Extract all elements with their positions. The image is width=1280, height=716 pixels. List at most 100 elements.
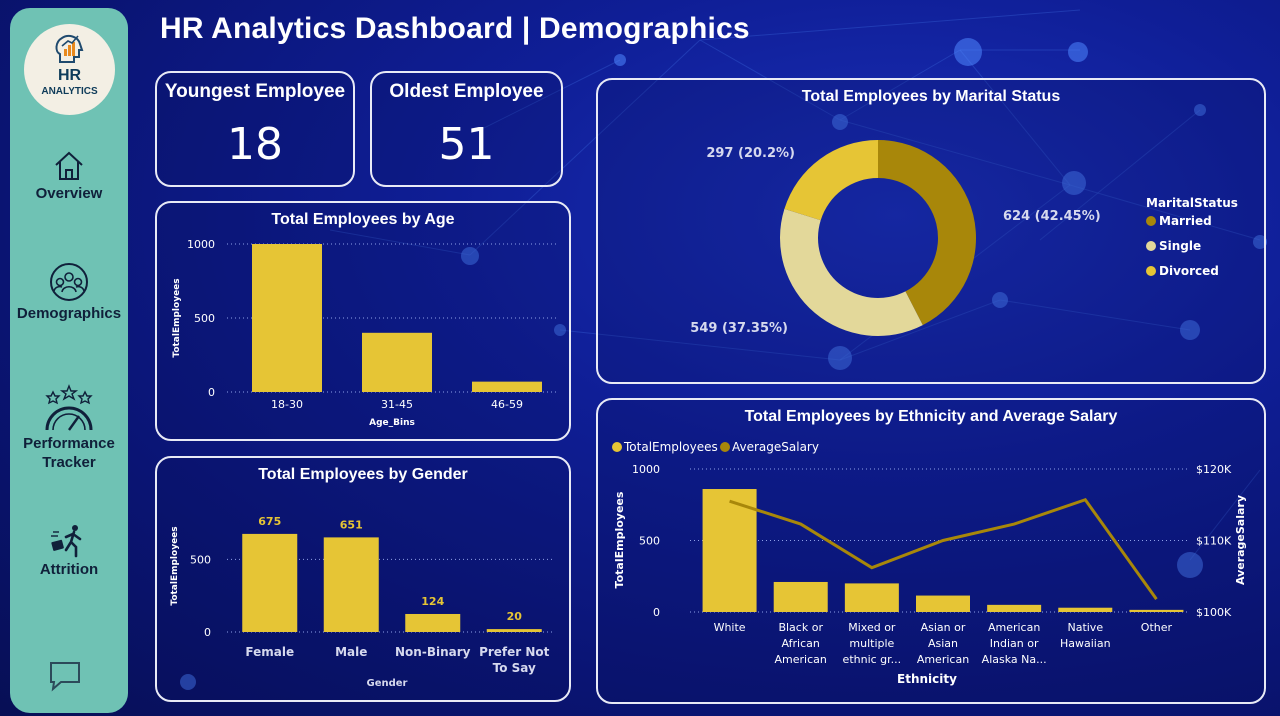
x-tick-label: 31-45 xyxy=(381,398,413,411)
x-tick-label: Other xyxy=(1141,621,1173,634)
x-tick-label: American xyxy=(917,653,969,666)
data-label: 675 xyxy=(258,515,281,528)
bar xyxy=(916,595,970,612)
y-tick-label: 0 xyxy=(208,386,215,399)
bar xyxy=(252,244,322,392)
bar xyxy=(242,533,298,632)
bar xyxy=(405,613,461,632)
donut-slice xyxy=(784,140,878,221)
legend-marker xyxy=(1146,216,1156,226)
legend-label: Married xyxy=(1159,214,1212,228)
x-tick-label: Hawaiian xyxy=(1060,637,1111,650)
legend-label: TotalEmployees xyxy=(623,440,718,454)
age-chart-card: Total Employees by Age 0 500 1000 18-30 31-4… xyxy=(155,201,571,441)
x-tick-label: Mixed or xyxy=(848,621,896,634)
sidebar-item-label: Overview xyxy=(35,185,103,202)
legend-marker xyxy=(1146,266,1156,276)
sidebar-item-performance-tracker[interactable]: Performance Tracker xyxy=(10,384,128,472)
x-tick-label: American xyxy=(775,653,827,666)
age-bar-chart: 0 500 1000 18-30 31-45 46-59 Age_Bins TotalEmpl… xyxy=(172,238,557,428)
bar xyxy=(486,629,542,632)
hr-analytics-logo: HR ANALYTICS xyxy=(24,24,115,115)
legend-title: MaritalStatus xyxy=(1146,196,1238,210)
data-label: 124 xyxy=(421,595,444,608)
x-tick-label: Male xyxy=(335,645,367,659)
sidebar-item-label: Attrition xyxy=(39,561,99,578)
kpi-label: Youngest Employee xyxy=(164,81,346,102)
x-tick-label: Indian or xyxy=(990,637,1039,650)
legend-marker xyxy=(720,442,730,452)
x-tick-label: African xyxy=(782,637,820,650)
x-tick-label: Female xyxy=(245,645,294,659)
sidebar-item-label: Demographics xyxy=(16,305,122,322)
marital-status-chart-card: Total Employees by Marital Status 624 (4… xyxy=(596,78,1266,384)
kpi-value: 51 xyxy=(438,119,495,170)
x-tick-label: 18-30 xyxy=(271,398,303,411)
y-tick-label: 1000 xyxy=(632,463,660,476)
oldest-employee-card: Oldest Employee 51 xyxy=(370,71,563,187)
gender-chart-card: Total Employees by Gender 0 500 675 Female 6… xyxy=(155,456,571,702)
x-tick-label: Non-Binary xyxy=(395,645,471,659)
chat-button[interactable] xyxy=(48,660,82,696)
y-tick-label: 0 xyxy=(653,606,660,619)
y-tick-label: 1000 xyxy=(187,238,215,251)
logo-hr-text: HR xyxy=(57,67,82,84)
x-axis-label: Ethnicity xyxy=(897,672,957,686)
chat-icon xyxy=(50,662,80,692)
legend-label: Single xyxy=(1159,239,1201,253)
bar xyxy=(987,604,1042,612)
data-label: 20 xyxy=(507,610,523,623)
marital-status-donut-chart: 624 (42.45%) 549 (37.35%) 297 (20.2%) Marit… xyxy=(690,140,1238,337)
person-leaving-icon xyxy=(51,525,82,558)
donut-slice xyxy=(780,208,923,337)
x-tick-label: ethnic gr... xyxy=(843,653,902,666)
bar xyxy=(323,537,379,632)
y-tick-label: 500 xyxy=(194,312,215,325)
data-label: 624 (42.45%) xyxy=(1003,209,1101,224)
x-tick-label: White xyxy=(714,621,746,634)
youngest-employee-card: Youngest Employee 18 xyxy=(155,71,355,187)
y-tick-label: 0 xyxy=(204,626,211,639)
bar xyxy=(844,583,899,612)
sidebar-item-attrition[interactable]: Attrition xyxy=(10,524,128,579)
ethnicity-salary-chart-card: Total Employees by Ethnicity and Average… xyxy=(596,398,1266,704)
legend-marker xyxy=(1146,241,1156,251)
sidebar-item-label: Performance xyxy=(23,435,115,452)
legend-label: Divorced xyxy=(1159,264,1219,278)
logo-analytics-text: ANALYTICS xyxy=(41,86,98,97)
x-tick-label: American xyxy=(988,621,1040,634)
x-axis-label: Gender xyxy=(367,678,408,689)
y-axis-label: TotalEmployees xyxy=(172,278,182,357)
y-axis-label: TotalEmployees xyxy=(613,491,626,588)
gauge-stars-icon xyxy=(45,384,93,431)
kpi-value: 18 xyxy=(227,119,283,170)
x-tick-label: To Say xyxy=(493,661,536,675)
sidebar-item-overview[interactable]: Overview xyxy=(10,150,128,203)
data-label: 297 (20.2%) xyxy=(706,146,795,161)
ethnicity-combo-chart: TotalEmployees AverageSalary 0 500 1000 $100K… xyxy=(612,440,1247,686)
home-icon xyxy=(55,151,83,180)
page-title: HR Analytics Dashboard | Demographics xyxy=(160,12,750,45)
x-tick-label: Alaska Na... xyxy=(982,653,1047,666)
y2-tick-label: $120K xyxy=(1196,463,1232,476)
sidebar-item-demographics[interactable]: Demographics xyxy=(10,262,128,323)
group-icon xyxy=(50,263,88,301)
gender-bar-chart: 0 500 675 Female 651 Male 124 Non-Binary 20 Prefe… xyxy=(170,515,553,689)
x-tick-label: Black or xyxy=(778,621,823,634)
x-tick-label: Asian xyxy=(928,637,958,650)
x-tick-label: Asian or xyxy=(921,621,966,634)
bar xyxy=(1058,607,1113,612)
legend-marker xyxy=(612,442,622,452)
legend-label: AverageSalary xyxy=(732,440,819,454)
y2-tick-label: $110K xyxy=(1196,535,1232,548)
bar xyxy=(1129,609,1184,612)
x-axis-label: Age_Bins xyxy=(369,418,415,428)
x-tick-label: 46-59 xyxy=(491,398,523,411)
bar xyxy=(472,381,542,392)
y-tick-label: 500 xyxy=(639,535,660,548)
y2-tick-label: $100K xyxy=(1196,606,1232,619)
x-tick-label: multiple xyxy=(849,637,894,650)
kpi-label: Oldest Employee xyxy=(389,81,544,102)
bar xyxy=(362,332,432,392)
y-axis-label: TotalEmployees xyxy=(170,526,180,605)
